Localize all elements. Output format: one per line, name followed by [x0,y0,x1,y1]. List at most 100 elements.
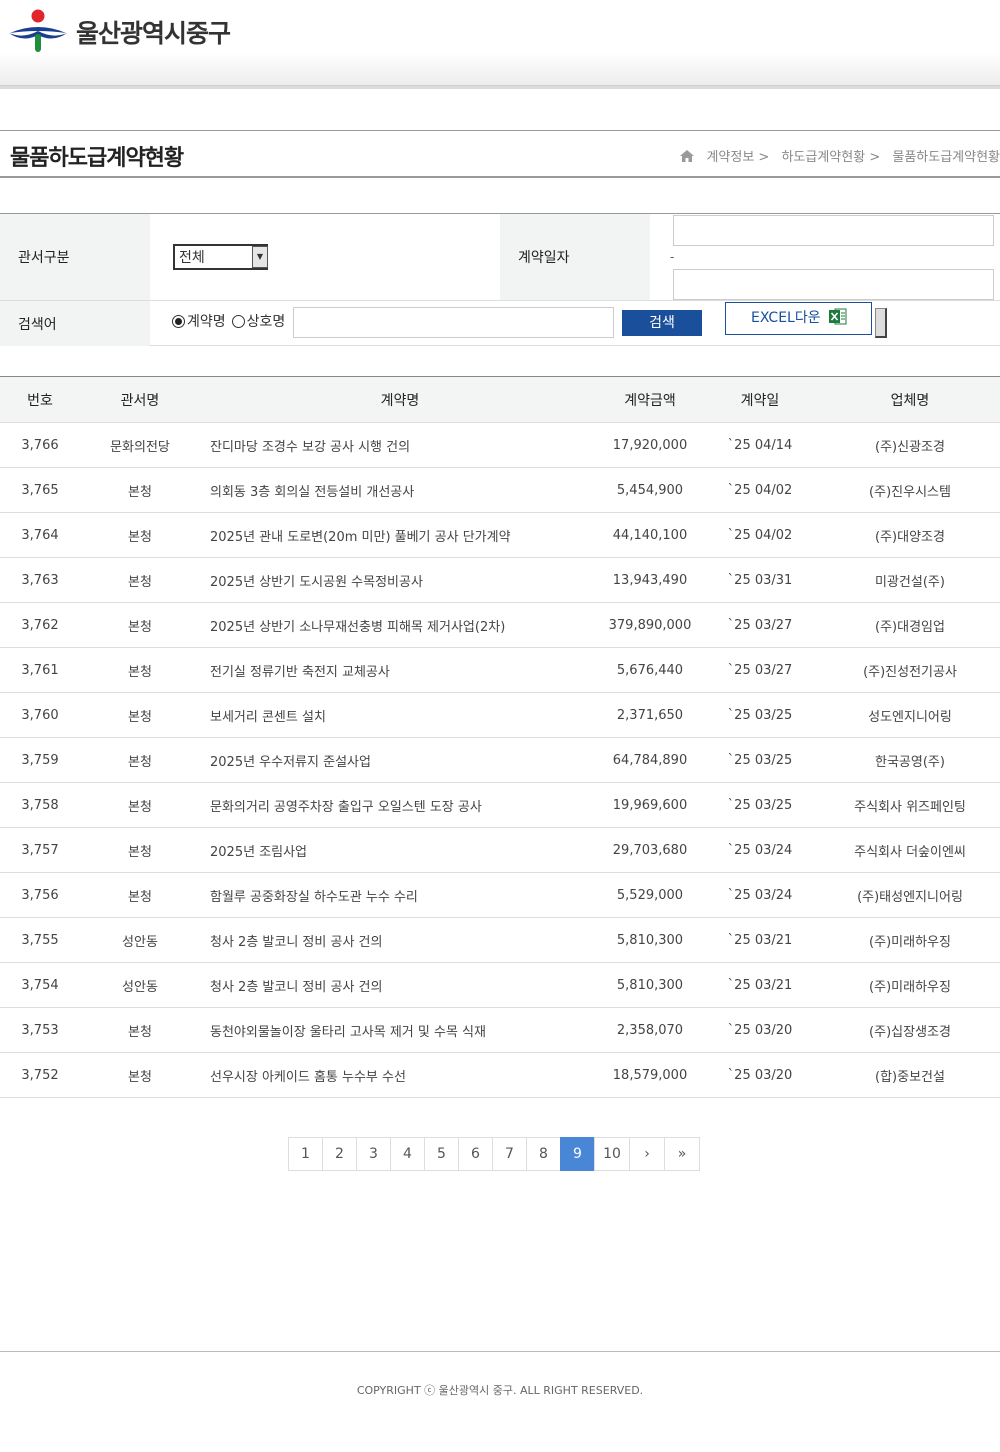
cell-contract-name[interactable]: 보세거리 콘센트 설치 [200,692,600,738]
radio-contract-name-label[interactable]: 계약명 [187,311,226,331]
page-link-8[interactable]: 8 [526,1137,561,1171]
keyword-label: 검색어 [0,301,150,346]
table-row[interactable]: 3,765 본청 의회동 3층 회의실 전등설비 개선공사 5,454,900 `25 … [0,467,1000,513]
page-link-4[interactable]: 4 [390,1137,425,1171]
radio-company-name[interactable] [231,314,245,328]
cell-company: (합)중보건설 [820,1052,1000,1098]
cell-dept: 문화의전당 [80,422,200,468]
cell-contract-name[interactable]: 2025년 관내 도로변(20m 미만) 풀베기 공사 단가계약 [200,512,600,558]
cell-amount: 5,810,300 [600,962,700,1008]
cell-contract-name[interactable]: 함월루 공중화장실 하수도관 누수 수리 [200,872,600,918]
next-page-icon[interactable]: › [629,1137,665,1171]
cell-date: `25 03/25 [700,692,820,738]
cell-amount: 18,579,000 [600,1052,700,1098]
cell-contract-name[interactable]: 2025년 조림사업 [200,827,600,873]
page-link-10[interactable]: 10 [594,1137,630,1171]
col-header-company: 업체명 [820,376,1000,423]
col-header-date: 계약일 [700,376,820,423]
site-name[interactable]: 울산광역시중구 [76,14,231,50]
radio-contract-name[interactable] [172,314,185,328]
scrollbar-handle[interactable] [875,308,887,338]
table-row[interactable]: 3,757 본청 2025년 조림사업 29,703,680 `25 03/24 주식회사… [0,827,1000,873]
date-separator: - [670,250,675,264]
page-link-7[interactable]: 7 [492,1137,527,1171]
page-link-5[interactable]: 5 [424,1137,459,1171]
dept-select[interactable]: 전체 ▼ [173,244,268,270]
cell-contract-name[interactable]: 의회동 3층 회의실 전등설비 개선공사 [200,467,600,513]
cell-amount: 19,969,600 [600,782,700,828]
cell-number: 3,753 [0,1007,80,1053]
table-row[interactable]: 3,756 본청 함월루 공중화장실 하수도관 누수 수리 5,529,000 `25 … [0,872,1000,918]
page-link-9[interactable]: 9 [560,1137,595,1171]
home-icon[interactable] [680,150,695,162]
table-row[interactable]: 3,759 본청 2025년 우수저류지 준설사업 64,784,890 `25 03/… [0,737,1000,783]
cell-dept: 본청 [80,782,200,828]
radio-company-name-label[interactable]: 상호명 [247,311,286,331]
breadcrumb: 계약정보 > 하도급계약현황 > 물품하도급계약현황 [680,146,1000,165]
cell-company: 성도엔지니어링 [820,692,1000,738]
site-header: 울산광역시중구 [0,0,1000,86]
cell-company: 한국공영(주) [820,737,1000,783]
search-row-dept-date: 관서구분 전체 ▼ 계약일자 - [0,214,1000,301]
cell-contract-name[interactable]: 청사 2층 발코니 정비 공사 건의 [200,962,600,1008]
cell-number: 3,764 [0,512,80,558]
table-row[interactable]: 3,761 본청 전기실 정류기반 축전지 교체공사 5,676,440 `25 03/… [0,647,1000,693]
cell-date: `25 03/20 [700,1052,820,1098]
cell-contract-name[interactable]: 문화의거리 공영주차장 출입구 오일스텐 도장 공사 [200,782,600,828]
title-bar: 물품하도급계약현황 계약정보 > 하도급계약현황 > 물품하도급계약현황 [0,130,1000,178]
table-row[interactable]: 3,763 본청 2025년 상반기 도시공원 수목정비공사 13,943,490 `2… [0,557,1000,603]
cell-number: 3,754 [0,962,80,1008]
keyword-input[interactable] [293,307,614,338]
cell-contract-name[interactable]: 2025년 상반기 소나무재선충병 피해목 제거사업(2차) [200,602,600,648]
table-row[interactable]: 3,754 성안동 청사 2층 발코니 정비 공사 건의 5,810,300 `25 0… [0,962,1000,1008]
table-row[interactable]: 3,753 본청 동천야외물놀이장 울타리 고사목 제거 및 수목 식재 2,358,… [0,1007,1000,1053]
cell-contract-name[interactable]: 2025년 상반기 도시공원 수목정비공사 [200,557,600,603]
cell-dept: 본청 [80,512,200,558]
page-link-6[interactable]: 6 [458,1137,493,1171]
cell-date: `25 03/24 [700,872,820,918]
search-button[interactable]: 검색 [622,310,702,336]
ulsan-junggu-logo-icon[interactable] [9,9,67,55]
dept-label: 관서구분 [0,214,150,300]
excel-download-label: EXCEL다운 [751,310,821,326]
cell-number: 3,765 [0,467,80,513]
last-page-icon[interactable]: » [664,1137,700,1171]
cell-contract-name[interactable]: 2025년 우수저류지 준설사업 [200,737,600,783]
table-row[interactable]: 3,760 본청 보세거리 콘센트 설치 2,371,650 `25 03/25 성도엔지… [0,692,1000,738]
table-row[interactable]: 3,758 본청 문화의거리 공영주차장 출입구 오일스텐 도장 공사 19,969,… [0,782,1000,828]
cell-dept: 본청 [80,467,200,513]
breadcrumb-item-current: 물품하도급계약현황 [892,150,1000,165]
table-row[interactable]: 3,764 본청 2025년 관내 도로변(20m 미만) 풀베기 공사 단가계약 4… [0,512,1000,558]
cell-date: `25 03/21 [700,962,820,1008]
page-link-3[interactable]: 3 [356,1137,391,1171]
date-start-input[interactable] [673,215,994,246]
cell-contract-name[interactable]: 청사 2층 발코니 정비 공사 건의 [200,917,600,963]
cell-amount: 2,358,070 [600,1007,700,1053]
page-link-1[interactable]: 1 [288,1137,323,1171]
cell-contract-name[interactable]: 동천야외물놀이장 울타리 고사목 제거 및 수목 식재 [200,1007,600,1053]
cell-contract-name[interactable]: 선우시장 아케이드 홈통 누수부 수선 [200,1052,600,1098]
table-row[interactable]: 3,762 본청 2025년 상반기 소나무재선충병 피해목 제거사업(2차) 379… [0,602,1000,648]
excel-download-button[interactable]: EXCEL다운 [725,302,872,335]
cell-company: (주)십장생조경 [820,1007,1000,1053]
cell-company: (주)태성엔지니어링 [820,872,1000,918]
cell-dept: 성안동 [80,917,200,963]
breadcrumb-item-contract-info[interactable]: 계약정보 > [706,150,769,165]
cell-amount: 379,890,000 [600,602,700,648]
cell-amount: 17,920,000 [600,422,700,468]
table-row[interactable]: 3,755 성안동 청사 2층 발코니 정비 공사 건의 5,810,300 `25 0… [0,917,1000,963]
table-row[interactable]: 3,752 본청 선우시장 아케이드 홈통 누수부 수선 18,579,000 `25 … [0,1052,1000,1098]
cell-company: 주식회사 위즈페인팅 [820,782,1000,828]
cell-date: `25 03/31 [700,557,820,603]
cell-date: `25 03/21 [700,917,820,963]
chevron-down-icon[interactable]: ▼ [252,246,268,268]
cell-contract-name[interactable]: 전기실 정류기반 축전지 교체공사 [200,647,600,693]
cell-number: 3,756 [0,872,80,918]
breadcrumb-item-subcontract[interactable]: 하도급계약현황 > [781,150,880,165]
table-row[interactable]: 3,766 문화의전당 잔디마당 조경수 보강 공사 시행 건의 17,920,000… [0,422,1000,468]
page-link-2[interactable]: 2 [322,1137,357,1171]
date-end-input[interactable] [673,269,994,300]
date-label: 계약일자 [500,214,650,300]
cell-dept: 본청 [80,872,200,918]
cell-contract-name[interactable]: 잔디마당 조경수 보강 공사 시행 건의 [200,422,600,468]
